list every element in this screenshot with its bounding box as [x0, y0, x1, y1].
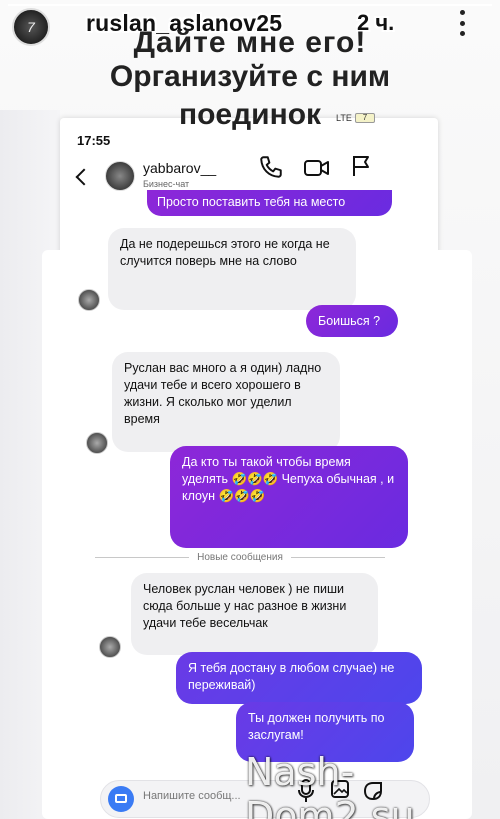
- status-time: 17:55: [77, 133, 111, 148]
- message-incoming[interactable]: Руслан вас много а я один) ладно удачи т…: [112, 352, 340, 452]
- story-progress-fill: [8, 4, 492, 6]
- chat-avatar[interactable]: [105, 161, 135, 191]
- new-messages-divider: Новые сообщения: [95, 547, 386, 567]
- network-indicator: LTE: [336, 113, 352, 123]
- message-outgoing[interactable]: Да кто ты такой чтобы время уделять 🤣🤣🤣 …: [170, 446, 408, 548]
- message-incoming[interactable]: Человек руслан человек ) не пиши сюда бо…: [131, 573, 378, 655]
- story-caption-line3: поединок: [178, 98, 322, 131]
- message-outgoing[interactable]: Я тебя достану в любом случае) не пережи…: [176, 652, 422, 704]
- sender-avatar: [86, 432, 108, 454]
- chat-name[interactable]: yabbarov__: [143, 160, 216, 176]
- camera-icon[interactable]: [108, 786, 134, 812]
- story-caption-line1: Дайте мне его!: [133, 26, 367, 59]
- watermark: Nash-Dom2.su: [245, 750, 415, 819]
- message-outgoing[interactable]: Просто поставить тебя на место: [147, 190, 392, 216]
- divider-line: [95, 556, 190, 558]
- sender-avatar: [99, 636, 121, 658]
- battery-indicator: 7: [355, 113, 375, 123]
- story-progress-bar: [8, 4, 492, 6]
- message-outgoing[interactable]: Боишься ?: [306, 305, 398, 337]
- chat-subtitle: Бизнес-чат: [143, 179, 190, 189]
- message-incoming[interactable]: Да не подерешься этого не когда не случи…: [108, 228, 356, 310]
- story-caption-line2: Организуйте с ним: [109, 60, 391, 93]
- flag-icon[interactable]: [351, 154, 371, 178]
- sender-avatar: [78, 289, 100, 311]
- video-camera-icon[interactable]: [303, 156, 331, 180]
- phone-icon[interactable]: [258, 154, 284, 180]
- divider-line: [290, 556, 386, 558]
- new-messages-label: Новые сообщения: [197, 551, 283, 563]
